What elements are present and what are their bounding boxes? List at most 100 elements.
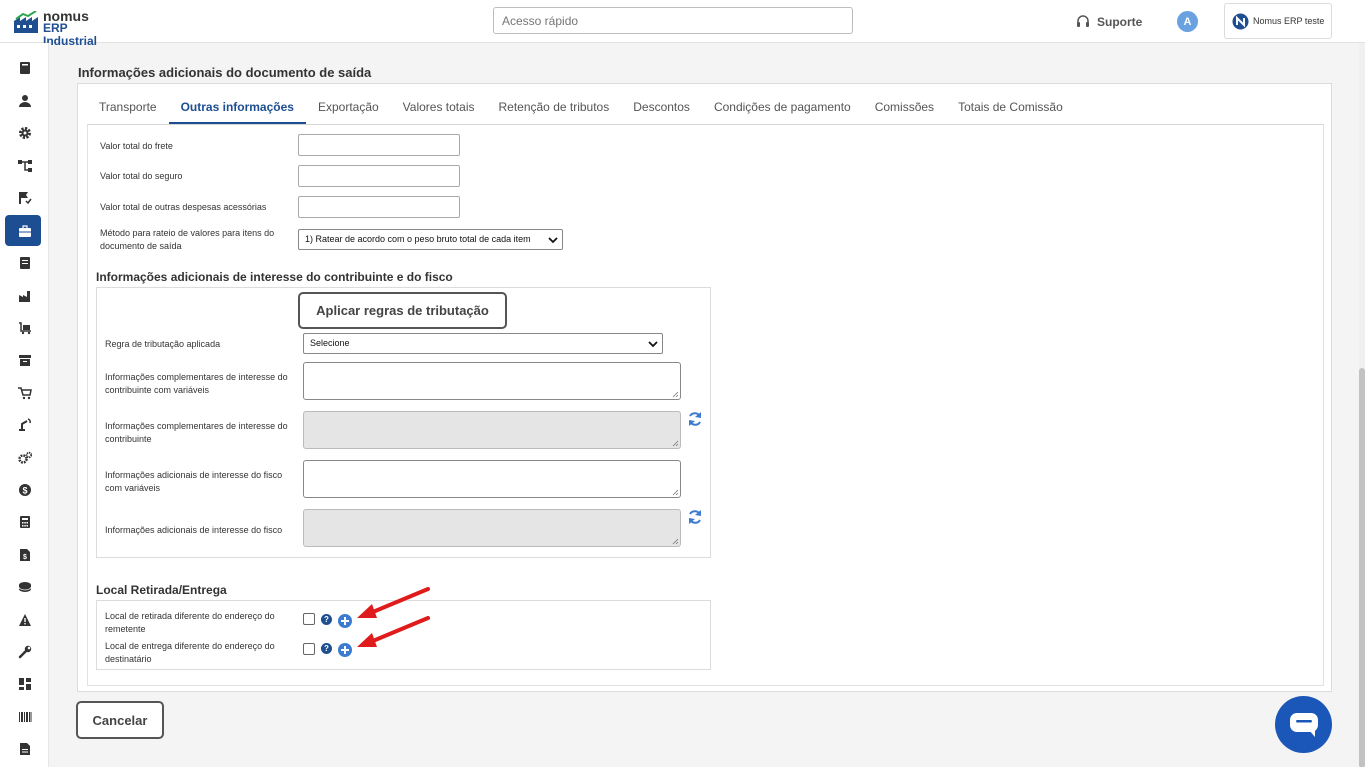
tab-outras-informacoes[interactable]: Outras informações [168, 94, 306, 124]
book-icon [19, 62, 30, 74]
barcode-icon [18, 712, 31, 722]
tab-transporte[interactable]: Transporte [87, 94, 169, 124]
tab-descontos[interactable]: Descontos [621, 94, 702, 124]
cart-flatbed-icon [18, 322, 31, 335]
sidebar-item-accounting[interactable] [0, 506, 49, 538]
hierarchy-icon [17, 160, 32, 172]
fisco-textarea [303, 509, 681, 547]
factory-icon [18, 291, 30, 302]
fiscal-section-title: Informações adicionais de interesse do c… [96, 270, 453, 284]
seguro-input[interactable] [298, 165, 460, 187]
entrega-checkbox[interactable] [303, 643, 315, 655]
sidebar-item-costs[interactable] [0, 571, 49, 603]
scrollbar-thumb[interactable] [1359, 368, 1365, 767]
sidebar-item-invoices[interactable]: $ [0, 539, 49, 571]
rateio-select[interactable]: 1) Ratear de acordo com o peso bruto tot… [298, 229, 563, 250]
quick-access-search-input[interactable] [493, 7, 853, 34]
rateio-label: Método para rateio de valores para itens… [100, 228, 275, 251]
refresh-contrib-icon[interactable] [687, 411, 703, 427]
nomus-logo[interactable]: nomus ERP Industrial [14, 8, 124, 48]
fisco-var-textarea[interactable] [303, 460, 681, 498]
logo-text-erp: ERP Industrial [43, 21, 98, 48]
support-link[interactable]: Suporte [1076, 13, 1142, 31]
sidebar-item-settings[interactable] [0, 117, 49, 149]
rateio-selected-value: 1) Ratear de acordo com o peso bruto tot… [305, 234, 531, 244]
regra-label: Regra de tributação aplicada [105, 339, 221, 349]
sidebar-item-processes[interactable] [0, 442, 49, 474]
sidebar-item-maintenance[interactable] [0, 636, 49, 668]
apply-tax-rules-button[interactable]: Aplicar regras de tributação [298, 292, 507, 329]
regra-select[interactable]: Selecione [303, 333, 663, 354]
sidebar: $ $ [0, 43, 49, 767]
contrib-textarea [303, 411, 681, 449]
chat-bubble-icon [1289, 712, 1318, 737]
page-title: Informações adicionais do documento de s… [78, 65, 372, 80]
sidebar-item-logistics[interactable] [0, 312, 49, 344]
resize-grip-icon [672, 440, 679, 447]
retirada-add-icon[interactable] [338, 614, 352, 628]
calculator-icon [19, 516, 30, 528]
briefcase-icon [18, 225, 31, 237]
sidebar-item-engineering[interactable] [0, 409, 49, 441]
tab-comissoes[interactable]: Comissões [863, 94, 946, 124]
retirada-checkbox[interactable] [303, 613, 315, 625]
resize-grip-icon [672, 538, 679, 545]
page-scrollbar[interactable] [1359, 43, 1365, 767]
archive-icon [18, 355, 31, 366]
top-bar: nomus ERP Industrial Suporte A Nomus ERP… [0, 0, 1365, 48]
despesas-input[interactable] [298, 196, 460, 218]
user-avatar[interactable]: A [1177, 11, 1198, 32]
resize-grip-icon [672, 391, 679, 398]
sidebar-item-barcode[interactable] [0, 701, 49, 733]
entrega-help-icon[interactable]: ? [321, 643, 332, 654]
robot-arm-icon [18, 418, 31, 431]
sidebar-item-purchases[interactable] [0, 377, 49, 409]
contrib-var-textarea[interactable] [303, 362, 681, 400]
ledger-icon [19, 257, 30, 269]
frete-input[interactable] [298, 134, 460, 156]
dashboard-icon [18, 678, 31, 690]
retirada-help-icon[interactable]: ? [321, 614, 332, 625]
tab-condicoes-pagamento[interactable]: Condições de pagamento [702, 94, 863, 124]
sidebar-item-sales[interactable] [0, 215, 49, 247]
contrib-label: Informações complementares de interesse … [105, 421, 288, 444]
sidebar-item-production[interactable] [0, 280, 49, 312]
sidebar-item-finance[interactable]: $ [0, 474, 49, 506]
refresh-fisco-icon[interactable] [687, 509, 703, 525]
chevron-down-icon [648, 341, 658, 348]
sidebar-item-alerts[interactable] [0, 604, 49, 636]
company-selector[interactable]: Nomus ERP teste [1224, 3, 1332, 39]
entrega-add-icon[interactable] [338, 643, 352, 657]
sidebar-item-hierarchy[interactable] [0, 150, 49, 182]
support-label: Suporte [1097, 15, 1143, 29]
shopping-cart-icon [17, 387, 32, 400]
tab-retencao-tributos[interactable]: Retenção de tributos [486, 94, 621, 124]
regra-selected-value: Selecione [310, 338, 350, 348]
tab-bar: Transporte Outras informações Exportação… [87, 94, 1075, 124]
invoice-icon: $ [19, 549, 30, 561]
sidebar-item-book[interactable] [0, 52, 49, 84]
chevron-down-icon [548, 237, 558, 244]
retirada-label: Local de retirada diferente do endereço … [105, 611, 275, 634]
tab-valores-totais[interactable]: Valores totais [391, 94, 487, 124]
sidebar-item-ledger[interactable] [0, 247, 49, 279]
svg-text:$: $ [23, 554, 27, 561]
local-section-title: Local Retirada/Entrega [96, 583, 227, 597]
wrench-icon [18, 645, 31, 659]
tab-exportacao[interactable]: Exportação [306, 94, 391, 124]
sidebar-item-documents[interactable] [0, 733, 49, 765]
sidebar-item-stock[interactable] [0, 344, 49, 376]
red-arrow-entrega-icon [357, 616, 430, 647]
sidebar-item-tasks[interactable] [0, 182, 49, 214]
fisco-label: Informações adicionais de interesse do f… [105, 525, 283, 535]
sidebar-item-user[interactable] [0, 85, 49, 117]
factory-logo-icon [14, 11, 38, 33]
cancel-button[interactable]: Cancelar [76, 701, 164, 739]
frete-label: Valor total do frete [100, 141, 173, 151]
company-name: Nomus ERP teste [1253, 16, 1325, 26]
tab-totais-comissao[interactable]: Totais de Comissão [946, 94, 1075, 124]
gear-icon [18, 127, 31, 139]
flag-check-icon [18, 192, 32, 205]
sidebar-item-dashboards[interactable] [0, 668, 49, 700]
chat-button[interactable] [1275, 696, 1332, 753]
